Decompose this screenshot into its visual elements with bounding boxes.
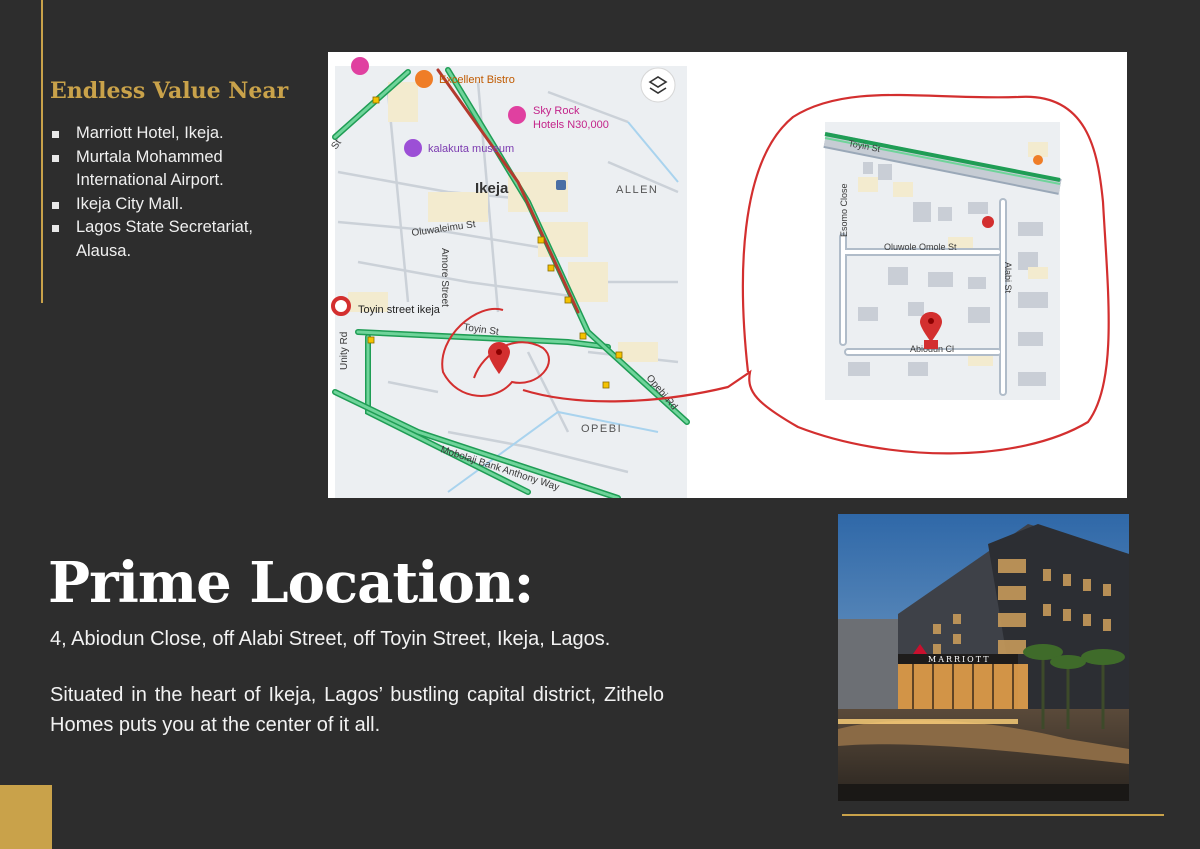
hotel-sign: MARRIOTT [928, 655, 991, 664]
gold-vertical-rule [41, 0, 43, 303]
map-label-opebi: OPEBI [581, 423, 622, 435]
list-item: Lagos State Secretariat, Alausa. [50, 216, 295, 263]
nearby-list: Marriott Hotel, Ikeja. Murtala Mohammed … [50, 122, 295, 263]
poi-excellent-bistro: Excellent Bistro [439, 74, 515, 86]
poi-kalakuta-museum: kalakuta museum [428, 143, 514, 155]
nearby-title: Endless Value Near [50, 78, 289, 104]
description: Situated in the heart of Ikeja, Lagos’ b… [50, 684, 664, 736]
map-label-allen: ALLEN [616, 184, 658, 196]
poi-sky-rock: Sky Rock [533, 105, 580, 117]
list-item: Ikeja City Mall. [50, 193, 295, 217]
poi-sky-rock-price: Hotels N30,000 [533, 119, 609, 131]
map-label-ikeja: Ikeja [475, 180, 509, 197]
map-label-unity-rd: Unity Rd [339, 332, 350, 370]
headline: Prime Location: [48, 550, 534, 616]
map-panel: Excellent Bistro Sky Rock Hotels N30,000… [328, 52, 1127, 498]
gold-horizontal-rule [842, 814, 1164, 816]
address: 4, Abiodun Close, off Alabi Street, off … [50, 628, 611, 650]
area-map: Excellent Bistro Sky Rock Hotels N30,000… [329, 57, 690, 498]
zoom-label-oluwole-omole: Oluwole Omole St [884, 242, 957, 252]
zoomed-map: Toyin St Esomo Close Oluwole Omole St Al… [823, 122, 1062, 400]
zoom-label-esomo-close: Esomo Close [839, 183, 849, 237]
map-label-amore: Amore Street [439, 248, 450, 307]
poi-toyin-street: Toyin street ikeja [358, 304, 441, 316]
map-graphic: Excellent Bistro Sky Rock Hotels N30,000… [329, 57, 1110, 498]
zoom-label-alabi-st: Alabi St [1003, 262, 1013, 294]
list-item: Murtala Mohammed International Airport. [50, 146, 295, 193]
gold-corner-block [0, 785, 52, 849]
hotel-photo: MARRIOTT [838, 514, 1129, 801]
list-item: Marriott Hotel, Ikeja. [50, 122, 295, 146]
